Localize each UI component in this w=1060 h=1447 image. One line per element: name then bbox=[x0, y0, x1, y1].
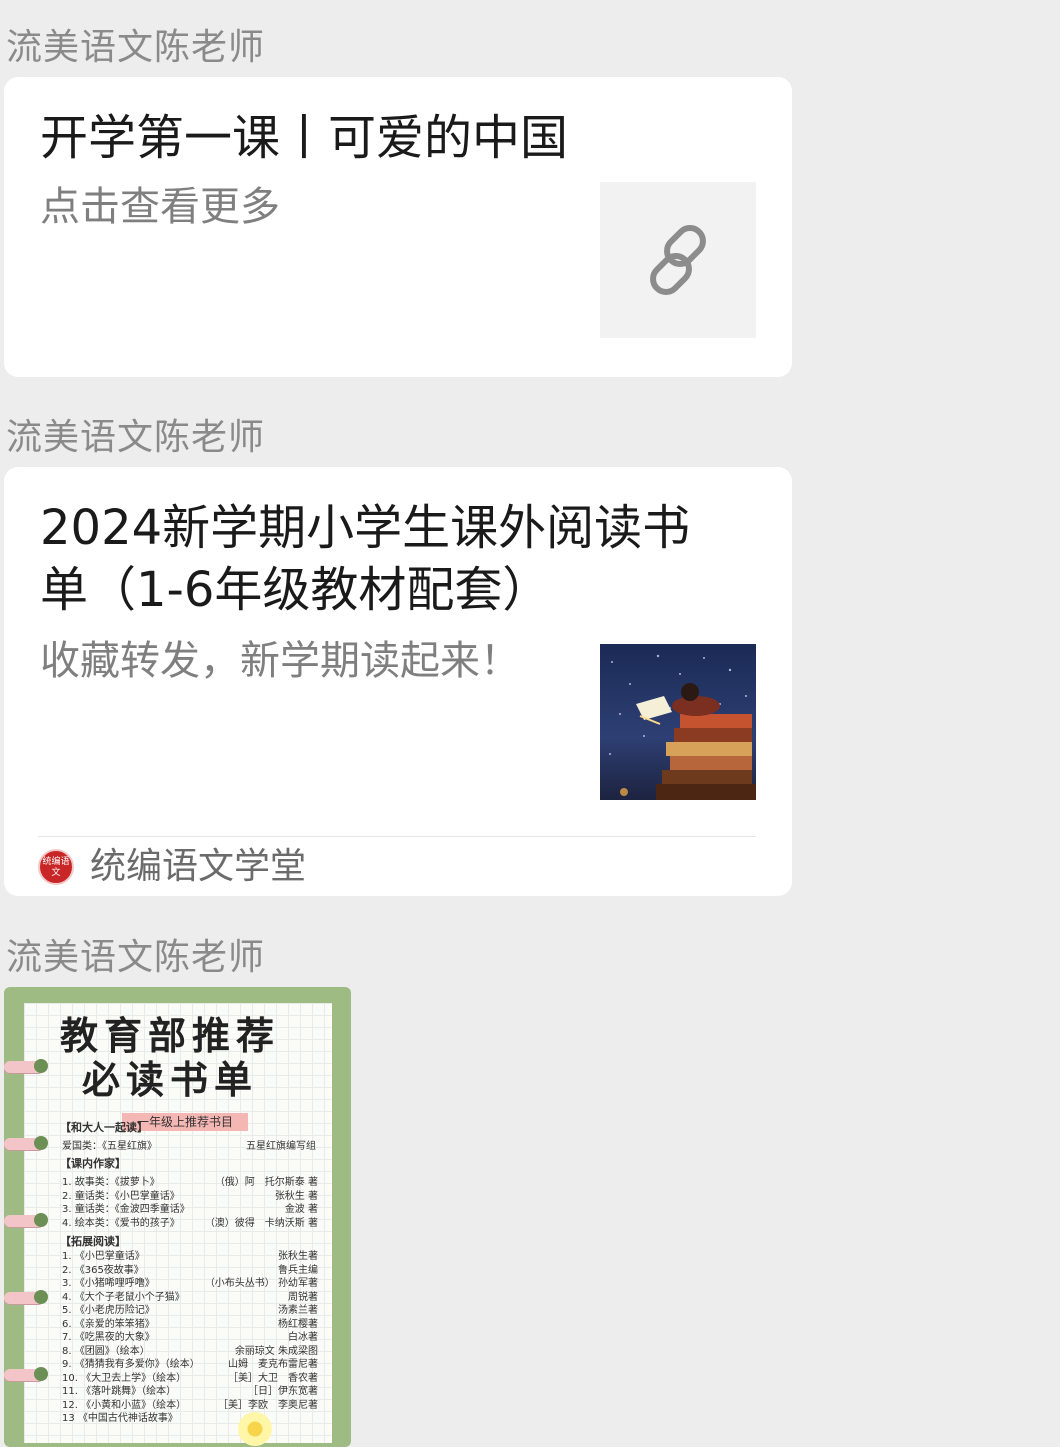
child-reading-on-books-image bbox=[600, 644, 756, 800]
link-icon bbox=[650, 225, 706, 295]
poster-row-author: ［日］伊东宽著 bbox=[248, 1386, 318, 1397]
poster-row: 8. 《团圆》（绘本） bbox=[62, 1345, 150, 1357]
poster-section: 【和大人一起读】 bbox=[60, 1121, 148, 1134]
binder-ring bbox=[4, 1136, 48, 1150]
article-source[interactable]: 统编语文 统编语文学堂 bbox=[38, 836, 756, 895]
poster-row: 2. 《365夜故事》 bbox=[62, 1264, 144, 1276]
poster-row-author: 白冰著 bbox=[288, 1332, 318, 1343]
poster-row: 3. 《小猪唏哩呼噜》 bbox=[62, 1278, 155, 1289]
sender-name: 流美语文陈老师 bbox=[6, 937, 266, 978]
poster-row-author: 五星红旗编写组 bbox=[246, 1141, 316, 1152]
poster-row-author: ［美］李欧 李奥尼著 bbox=[218, 1399, 318, 1411]
link-card[interactable]: 开学第一课丨可爱的中国 点击查看更多 bbox=[4, 77, 792, 377]
poster-row-author: （小布头丛书） 孙幼军著 bbox=[204, 1278, 318, 1289]
link-card-description: 点击查看更多 bbox=[40, 184, 280, 230]
poster-row-author: 杨红樱著 bbox=[278, 1318, 318, 1330]
poster-row: 9. 《猜猜我有多爱你》（绘本） bbox=[62, 1359, 200, 1370]
article-card[interactable]: 2024新学期小学生课外阅读书 单（1-6年级教材配套） 收藏转发，新学期读起来… bbox=[4, 467, 792, 896]
poster-row: 1. 《小巴掌童话》 bbox=[62, 1251, 145, 1262]
link-thumbnail bbox=[600, 182, 756, 338]
binder-ring bbox=[4, 1213, 48, 1227]
source-name: 统编语文学堂 bbox=[90, 846, 307, 887]
poster-row-author: 山姆 麦克布雷尼著 bbox=[228, 1359, 318, 1370]
poster-row-author: 汤素兰著 bbox=[278, 1305, 318, 1316]
poster-row: 4. 绘本类：《爱书的孩子》 bbox=[62, 1217, 180, 1229]
poster-row: 6. 《亲爱的笨笨猪》 bbox=[62, 1318, 155, 1330]
poster-row: 3. 童话类：《金波四季童话》 bbox=[62, 1204, 190, 1215]
poster-title-line2: 必读书单 bbox=[81, 1057, 258, 1102]
binder-ring bbox=[4, 1367, 48, 1381]
poster-row-author: 鲁兵主编 bbox=[278, 1264, 318, 1276]
flower-decoration bbox=[238, 1412, 272, 1446]
poster-row: 12. 《小黄和小蓝》（绘本） bbox=[62, 1399, 187, 1411]
poster-row-author: （俄）阿 托尔斯泰 著 bbox=[214, 1177, 318, 1188]
poster-row: 13 《中国古代神话故事》 bbox=[62, 1413, 178, 1424]
poster-section: 【课内作家】 bbox=[60, 1157, 126, 1170]
poster-row-author: 余丽琼文 朱成梁图 bbox=[234, 1345, 318, 1357]
poster-row-author: 张秋生著 bbox=[278, 1251, 318, 1262]
poster-row: 5. 《小老虎历险记》 bbox=[62, 1305, 155, 1316]
poster-row-author: 周锐著 bbox=[288, 1291, 318, 1303]
sender-name: 流美语文陈老师 bbox=[6, 27, 266, 68]
poster-section: 【拓展阅读】 bbox=[60, 1235, 126, 1248]
link-card-title: 开学第一课丨可爱的中国 bbox=[40, 110, 569, 166]
poster-row: 爱国类：《五星红旗》 bbox=[62, 1141, 157, 1152]
poster-row-author: 张秋生 著 bbox=[274, 1190, 318, 1202]
sender-name: 流美语文陈老师 bbox=[6, 417, 266, 458]
article-card-title: 2024新学期小学生课外阅读书 单（1-6年级教材配套） bbox=[40, 497, 756, 621]
poster-row: 2. 童话类：《小巴掌童话》 bbox=[62, 1190, 180, 1202]
poster-row: 11. 《落叶跳舞》（绘本） bbox=[62, 1386, 177, 1397]
poster-row: 7. 《吃黑夜的大象》 bbox=[62, 1332, 155, 1343]
poster-row: 4. 《大个子老鼠小个子猫》 bbox=[62, 1291, 185, 1303]
article-thumbnail bbox=[600, 644, 756, 800]
poster-row: 1. 故事类：《拔萝卜》 bbox=[62, 1177, 160, 1188]
binder-ring bbox=[4, 1290, 48, 1304]
poster-row-author: ［美］大卫 香农著 bbox=[228, 1372, 318, 1384]
source-logo: 统编语文 bbox=[38, 849, 74, 885]
article-card-description: 收藏转发，新学期读起来！ bbox=[40, 638, 520, 684]
poster-row-author: 金波 著 bbox=[284, 1204, 318, 1215]
article-title-line1: 2024新学期小学生课外阅读书 bbox=[40, 500, 691, 556]
poster-title-line1: 教育部推荐 bbox=[59, 1013, 280, 1058]
poster-row-author: （澳）彼得 卡纳沃斯 著 bbox=[204, 1217, 318, 1229]
binder-ring bbox=[4, 1059, 48, 1073]
poster-row: 10. 《大卫去上学》（绘本） bbox=[62, 1372, 187, 1384]
article-title-line2: 单（1-6年级教材配套） bbox=[40, 562, 551, 618]
